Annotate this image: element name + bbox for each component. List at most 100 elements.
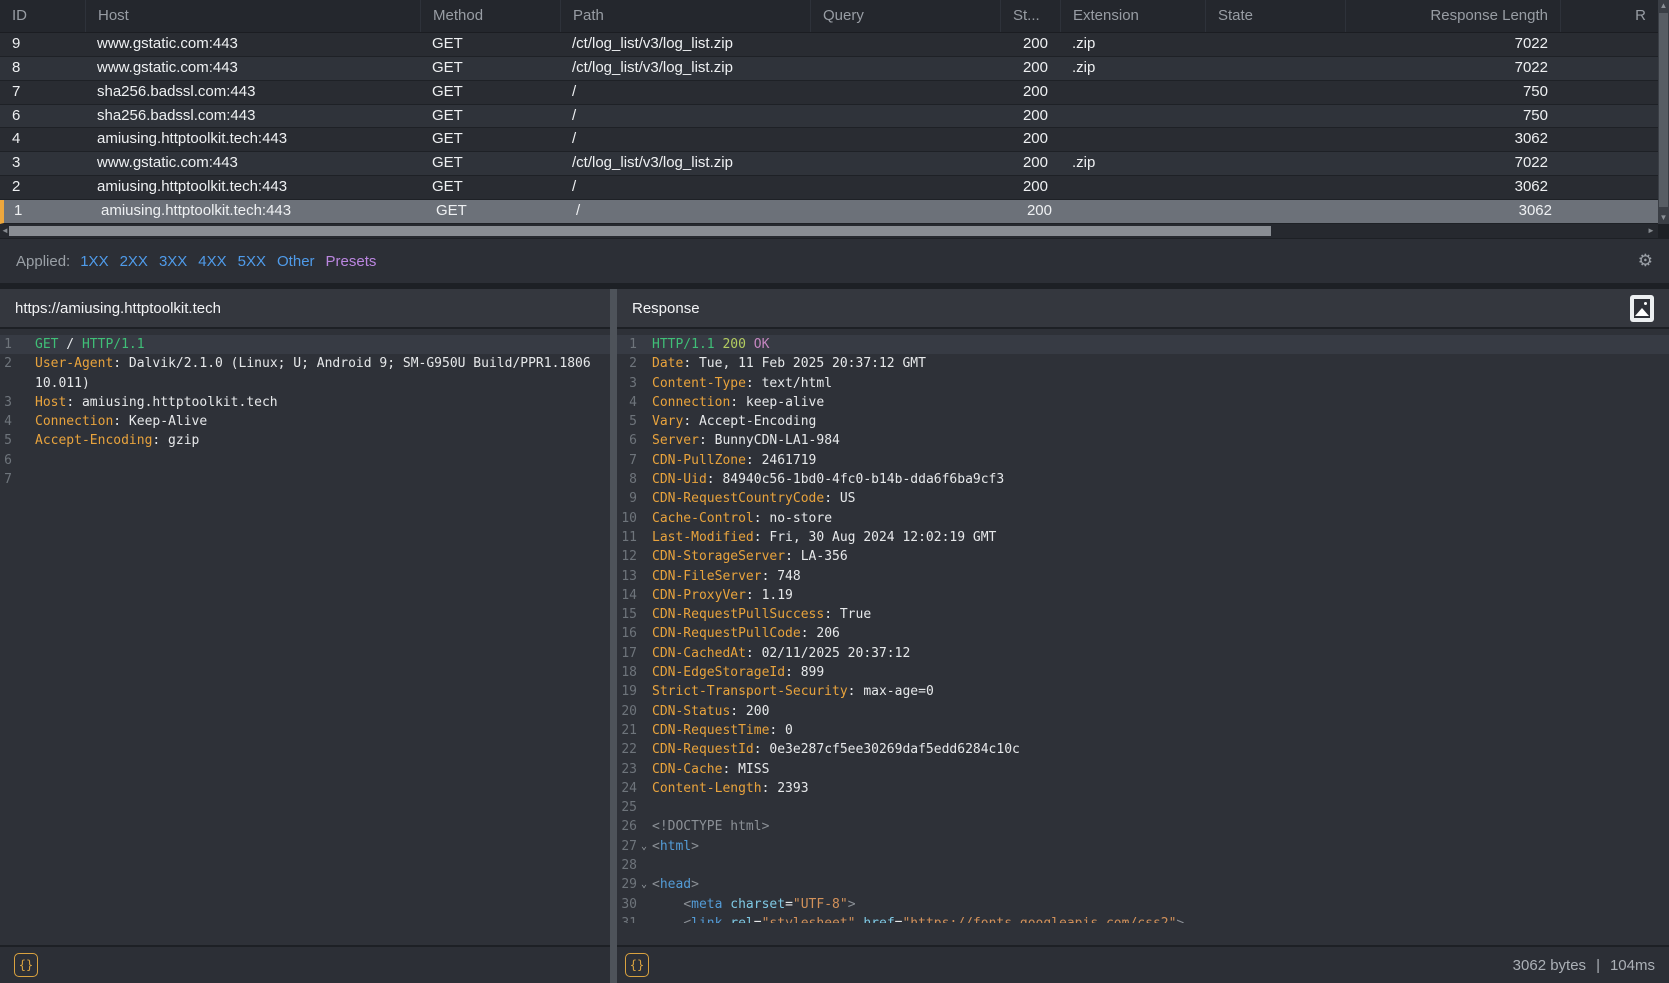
column-header-method[interactable]: Method: [420, 0, 560, 32]
table-row[interactable]: 4amiusing.httptoolkit.tech:443GET/200306…: [0, 128, 1658, 152]
cell-state: [1205, 176, 1345, 199]
fold-slot: [637, 663, 652, 682]
scroll-right-icon[interactable]: ►: [1646, 224, 1656, 238]
cell-method: GET: [420, 105, 560, 128]
token-key: CDN-Uid: [652, 470, 707, 489]
token-val: [746, 335, 754, 354]
code-line: 15CDN-RequestPullSuccess: True: [617, 605, 1669, 624]
line-number: 1: [617, 335, 637, 354]
scroll-down-icon[interactable]: ▼: [1658, 212, 1669, 224]
table-row[interactable]: 9www.gstatic.com:443GET/ct/log_list/v3/l…: [0, 33, 1658, 57]
response-pane-footer: {} 3062 bytes | 104ms: [617, 945, 1669, 983]
code-line: 3Content-Type: text/html: [617, 374, 1669, 393]
response-time: 104ms: [1610, 957, 1655, 974]
format-toggle-button[interactable]: {}: [625, 953, 649, 977]
response-editor[interactable]: 1HTTP/1.1 200 OK2Date: Tue, 11 Feb 2025 …: [617, 329, 1669, 945]
table-horizontal-scrollbar[interactable]: ◄ ►: [0, 224, 1658, 238]
column-header-host[interactable]: Host: [85, 0, 420, 32]
fold-slot: [12, 431, 35, 450]
token-key: Connection: [652, 393, 730, 412]
filter-link-other[interactable]: Other: [277, 253, 315, 270]
cell-query: [810, 81, 1000, 104]
token-val: : amiusing.httptoolkit.tech: [66, 393, 277, 412]
column-header-status[interactable]: St...: [1000, 0, 1060, 32]
cell-path: /: [560, 81, 810, 104]
token-val: : max-age=0: [848, 682, 934, 701]
token-tag: head: [660, 875, 691, 894]
code-line: 10Cache-Control: no-store: [617, 509, 1669, 528]
filter-link-1xx[interactable]: 1XX: [80, 253, 108, 270]
horizontal-scroll-thumb[interactable]: [9, 226, 1271, 236]
fold-arrow-icon[interactable]: ⌄: [637, 875, 652, 894]
column-header-path[interactable]: Path: [560, 0, 810, 32]
token-val: : Fri, 30 Aug 2024 12:02:19 GMT: [754, 528, 997, 547]
token-green: GET: [35, 335, 58, 354]
requests-table: IDHostMethodPathQuerySt...ExtensionState…: [0, 0, 1658, 224]
table-row[interactable]: 6sha256.badssl.com:443GET/200750: [0, 105, 1658, 129]
column-header-r[interactable]: R: [1560, 0, 1658, 32]
token-val: : 200: [730, 702, 769, 721]
table-row[interactable]: 2amiusing.httptoolkit.tech:443GET/200306…: [0, 176, 1658, 200]
filter-link-2xx[interactable]: 2XX: [120, 253, 148, 270]
line-number: 1: [0, 335, 12, 354]
cell-method: GET: [420, 57, 560, 80]
cell-query: [810, 176, 1000, 199]
code-line: 26<!DOCTYPE html>: [617, 817, 1669, 836]
cell-id: 6: [0, 105, 85, 128]
fold-slot: [637, 354, 652, 373]
token-val: [715, 335, 723, 354]
http-toolkit-window: IDHostMethodPathQuerySt...ExtensionState…: [0, 0, 1669, 983]
token-gray: >: [691, 837, 699, 856]
request-editor[interactable]: 1GET / HTTP/1.12User-Agent: Dalvik/2.1.0…: [0, 329, 610, 945]
column-header-query[interactable]: Query: [810, 0, 1000, 32]
scroll-up-icon[interactable]: ▲: [1658, 0, 1669, 12]
code-line: 17CDN-CachedAt: 02/11/2025 20:37:12: [617, 644, 1669, 663]
format-toggle-button[interactable]: {}: [14, 953, 38, 977]
line-number: 26: [617, 817, 637, 836]
filter-link-3xx[interactable]: 3XX: [159, 253, 187, 270]
token-key: CDN-Status: [652, 702, 730, 721]
cell-response_length: 7022: [1345, 152, 1560, 175]
presets-link[interactable]: Presets: [326, 253, 377, 270]
token-val: [652, 895, 683, 914]
token-gray: >: [848, 895, 856, 914]
column-header-id[interactable]: ID: [0, 0, 85, 32]
code-line: 2Date: Tue, 11 Feb 2025 20:37:12 GMT: [617, 354, 1669, 373]
column-header-response_length[interactable]: Response Length: [1345, 0, 1560, 32]
view-as-image-icon[interactable]: [1630, 295, 1654, 322]
cell-id: 2: [0, 176, 85, 199]
token-val: [722, 895, 730, 914]
cell-method: GET: [424, 200, 564, 223]
filter-link-5xx[interactable]: 5XX: [238, 253, 266, 270]
fold-arrow-icon[interactable]: ⌄: [637, 837, 652, 856]
token-key: CDN-ProxyVer: [652, 586, 746, 605]
vertical-scroll-thumb[interactable]: [1659, 13, 1668, 207]
fold-slot: [637, 914, 652, 923]
code-line: 1HTTP/1.1 200 OK: [617, 335, 1669, 354]
filter-link-4xx[interactable]: 4XX: [198, 253, 226, 270]
table-row[interactable]: 7sha256.badssl.com:443GET/200750: [0, 81, 1658, 105]
pane-divider[interactable]: [610, 289, 617, 983]
table-row[interactable]: 1amiusing.httptoolkit.tech:443GET/200306…: [0, 200, 1658, 224]
table-row[interactable]: 3www.gstatic.com:443GET/ct/log_list/v3/l…: [0, 152, 1658, 176]
cell-host: amiusing.httptoolkit.tech:443: [85, 128, 420, 151]
column-header-extension[interactable]: Extension: [1060, 0, 1205, 32]
token-key: CDN-CachedAt: [652, 644, 746, 663]
column-header-state[interactable]: State: [1205, 0, 1345, 32]
cell-response_length: 7022: [1345, 57, 1560, 80]
token-str: "UTF-8": [793, 895, 848, 914]
cell-path: /ct/log_list/v3/log_list.zip: [560, 152, 810, 175]
token-green: HTTP/1.1: [652, 335, 715, 354]
gear-icon[interactable]: ⚙: [1638, 251, 1653, 271]
fold-slot: [637, 779, 652, 798]
line-number: 5: [617, 412, 637, 431]
line-number: 29: [617, 875, 637, 894]
cell-status: 200: [1000, 105, 1060, 128]
table-row[interactable]: 8www.gstatic.com:443GET/ct/log_list/v3/l…: [0, 57, 1658, 81]
token-val: : US: [824, 489, 855, 508]
table-vertical-scrollbar[interactable]: ▲ ▼: [1658, 0, 1669, 224]
code-line: 19Strict-Transport-Security: max-age=0: [617, 682, 1669, 701]
stats-separator: |: [1596, 957, 1600, 974]
cell-state: [1205, 128, 1345, 151]
code-line: 20CDN-Status: 200: [617, 702, 1669, 721]
